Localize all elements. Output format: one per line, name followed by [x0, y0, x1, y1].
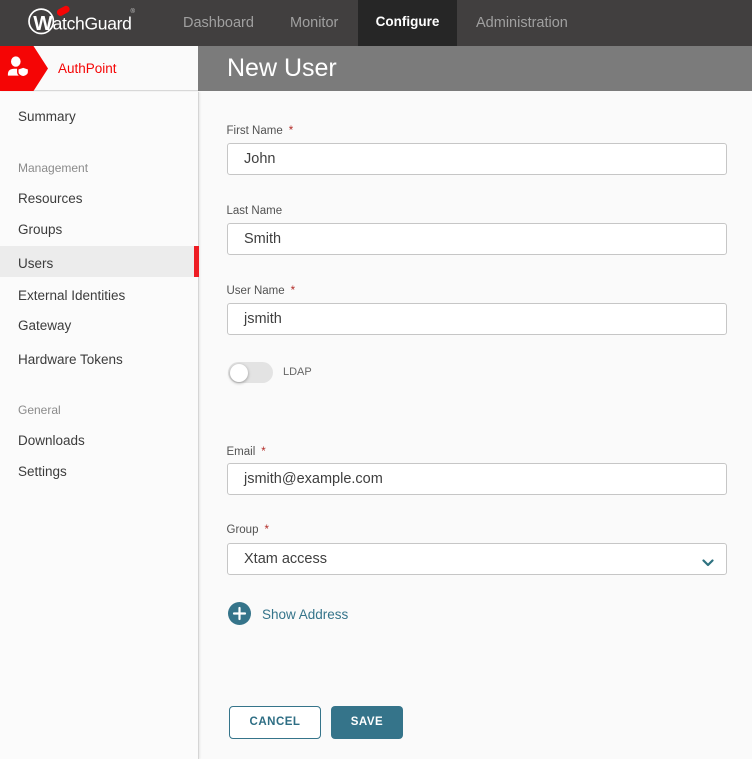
svg-text:®: ® [131, 8, 136, 15]
svg-text:atchGuard: atchGuard [53, 14, 132, 34]
svg-text:W: W [33, 12, 53, 35]
